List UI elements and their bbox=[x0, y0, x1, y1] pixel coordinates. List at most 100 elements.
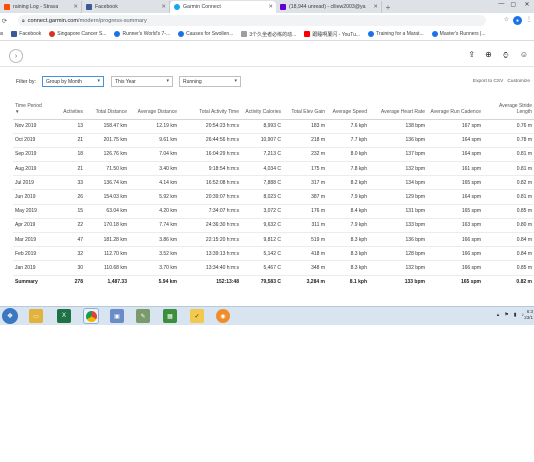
time-period-cell[interactable]: Aug 2019 bbox=[13, 161, 53, 177]
tab-close-icon[interactable]: ✕ bbox=[373, 4, 378, 10]
column-header[interactable]: Total Distance bbox=[85, 96, 129, 120]
chrome-icon[interactable] bbox=[83, 308, 99, 324]
bookmark-item[interactable]: 跟睡啊厦闪 - YouTu... bbox=[304, 31, 360, 38]
average-distance-cell: 7.04 km bbox=[129, 147, 179, 163]
time-period-cell[interactable]: Oct 2019 bbox=[13, 133, 53, 148]
tab-yahoo-mail[interactable]: (18,944 unread) - clliew2003@ya ✕ bbox=[276, 1, 382, 13]
tab-label: Garmin Connect bbox=[183, 4, 221, 10]
total-elev-gain-cell: 387 m bbox=[283, 189, 327, 205]
sort-down-icon[interactable]: ▼ bbox=[15, 109, 51, 115]
user-icon[interactable]: ☺ bbox=[520, 50, 528, 62]
tab-facebook[interactable]: Facebook ✕ bbox=[82, 1, 170, 13]
bookmark-item[interactable]: Singapore Cancer S... bbox=[49, 31, 106, 37]
group-by-select[interactable]: Group by Month ▾ bbox=[42, 76, 104, 87]
column-header[interactable]: Average Speed bbox=[327, 96, 369, 120]
facebook-icon bbox=[86, 4, 92, 10]
total-elev-gain-cell: 175 m bbox=[283, 161, 327, 177]
picture-viewer-icon[interactable]: ▣ bbox=[110, 309, 124, 323]
table-body: Nov 2019 13 158.47 km 12.19 km 20:54:23 h:m:… bbox=[13, 119, 534, 289]
maximize-icon[interactable]: ▢ bbox=[510, 1, 516, 8]
table-row[interactable]: Oct 2019 21 201.75 km 9.61 km 26:44:56 h:m:s… bbox=[13, 133, 534, 148]
time-period-cell[interactable]: May 2019 bbox=[13, 204, 53, 219]
bookmark-item[interactable]: ps bbox=[0, 31, 3, 37]
table-row[interactable]: Jul 2019 33 136.74 km 4.14 km 16:52:08 h:m:s… bbox=[13, 175, 534, 191]
upload-icon[interactable]: ⇪ bbox=[468, 50, 475, 62]
average-run-cadence-cell: 164 spm bbox=[427, 189, 483, 205]
tab-garmin-connect[interactable]: Garmin Connect ✕ bbox=[170, 1, 276, 13]
column-header[interactable]: Average Heart Rate bbox=[369, 96, 427, 120]
activity-type-select[interactable]: Running ▾ bbox=[179, 76, 241, 87]
column-header[interactable]: Total Elev Gain bbox=[283, 96, 327, 120]
average-run-cadence-cell: 166 spm bbox=[427, 246, 483, 262]
time-period-cell[interactable]: Nov 2019 bbox=[13, 119, 53, 134]
table-row[interactable]: Sep 2019 18 126.76 km 7.04 km 16:04:29 h:m:s… bbox=[13, 147, 534, 163]
column-header[interactable]: Average Stride Length bbox=[483, 96, 534, 120]
new-tab-button[interactable]: + bbox=[382, 1, 394, 13]
column-header[interactable]: Activities bbox=[53, 96, 85, 120]
activity-calories-cell: 9,812 C bbox=[241, 232, 283, 248]
table-row[interactable]: Mar 2019 47 181.28 km 3.86 km 22:15:20 h:m:s… bbox=[13, 232, 534, 248]
menu-icon[interactable]: ⋮ bbox=[526, 16, 532, 25]
time-period-cell[interactable]: Jun 2019 bbox=[13, 189, 53, 205]
network-icon[interactable]: ▮ bbox=[514, 312, 517, 318]
tab-close-icon[interactable]: ✕ bbox=[268, 4, 273, 10]
average-stride-length-cell: 0.82 m bbox=[483, 175, 534, 191]
media-icon[interactable]: ◉ bbox=[216, 309, 230, 323]
garmin-icon bbox=[174, 4, 180, 10]
excel-icon[interactable]: X bbox=[57, 309, 71, 323]
watch-icon[interactable]: ⌚︎ bbox=[502, 50, 510, 62]
time-period-cell[interactable]: Mar 2019 bbox=[13, 232, 53, 248]
table-row[interactable]: Aug 2019 21 71.50 km 3.40 km 9:18:54 h:m:s 4,… bbox=[13, 161, 534, 177]
column-header[interactable]: Average Run Cadence bbox=[427, 96, 483, 120]
system-clock[interactable]: 6:3 23/1 bbox=[524, 309, 533, 321]
bookmark-item[interactable]: Causes for Swollen... bbox=[178, 31, 233, 37]
bookmark-item[interactable]: Runner's World's 7-... bbox=[114, 31, 170, 37]
tab-close-icon[interactable]: ✕ bbox=[73, 4, 78, 10]
close-window-icon[interactable]: ✕ bbox=[522, 1, 532, 8]
profile-avatar-icon[interactable]: ● bbox=[513, 16, 522, 25]
start-button-icon[interactable]: ❖ bbox=[2, 308, 18, 324]
export-csv-link[interactable]: Export to CSV bbox=[473, 79, 503, 84]
expand-chevron-icon[interactable]: › bbox=[9, 49, 23, 63]
tab-close-icon[interactable]: ✕ bbox=[161, 4, 166, 10]
table-row[interactable]: Jan 2019 30 110.68 km 3.70 km 13:34:40 h:m:s… bbox=[13, 260, 534, 276]
column-header[interactable]: Total Activity Time bbox=[179, 96, 241, 120]
star-icon[interactable]: ☆ bbox=[504, 16, 509, 25]
column-header[interactable]: Time Period ▼ bbox=[13, 96, 53, 120]
table-row[interactable]: Feb 2019 32 112.70 km 3.52 km 13:39:13 h:m:s… bbox=[13, 246, 534, 262]
omnibox[interactable]: 🔒︎ connect.garmin.com/modern/progress-su… bbox=[18, 15, 486, 26]
sticky-notes-icon[interactable]: ✓ bbox=[190, 309, 204, 323]
reload-icon[interactable]: ⟳ bbox=[0, 17, 9, 25]
add-icon[interactable]: ⊕ bbox=[485, 50, 492, 62]
progress-summary-page: › ⇪ ⊕ ⌚︎ ☺ Filter by: Group by Month ▾ Th… bbox=[0, 41, 534, 310]
flag-icon[interactable]: ⚑ bbox=[504, 312, 508, 318]
tab-strava[interactable]: raining Log - Strava ✕ bbox=[0, 1, 82, 13]
time-period-cell[interactable]: Jan 2019 bbox=[13, 260, 53, 276]
tray-arrow-icon[interactable]: ▴ bbox=[497, 312, 500, 318]
calculator-icon[interactable]: ▦ bbox=[163, 309, 177, 323]
column-header[interactable]: Average Distance bbox=[129, 96, 179, 120]
file-explorer-icon[interactable]: ▭ bbox=[29, 309, 43, 323]
bookmark-item[interactable]: Master's Runners |... bbox=[431, 31, 486, 37]
table-row[interactable]: Jun 2019 26 154.03 km 5.92 km 20:39:07 h:m:s… bbox=[13, 189, 534, 205]
time-period-cell[interactable]: Jul 2019 bbox=[13, 175, 53, 191]
minimize-icon[interactable]: — bbox=[498, 1, 504, 8]
table-row[interactable]: Nov 2019 13 158.47 km 12.19 km 20:54:23 h:m:… bbox=[13, 119, 534, 134]
lock-icon[interactable]: 🔒︎ bbox=[22, 18, 25, 24]
table-row[interactable]: Apr 2019 22 170.18 km 7.74 km 24:36:30 h:m:s… bbox=[13, 218, 534, 234]
address-bar-row: ⟳ 🔒︎ connect.garmin.com/modern/progress-… bbox=[0, 13, 534, 28]
time-period-cell[interactable]: Sep 2019 bbox=[13, 147, 53, 163]
bookmark-site-icon bbox=[114, 31, 121, 37]
bookmark-item[interactable]: Facebook bbox=[11, 31, 41, 37]
paint-icon[interactable]: ✎ bbox=[136, 309, 150, 323]
time-period-cell[interactable]: Feb 2019 bbox=[13, 246, 53, 262]
bookmark-item[interactable]: 3个久坐者必练的动... bbox=[241, 31, 296, 38]
column-header[interactable]: Activity Calories bbox=[241, 96, 283, 120]
time-period-cell[interactable]: Apr 2019 bbox=[13, 218, 53, 234]
bookmark-item[interactable]: Training for a Marat... bbox=[368, 31, 424, 37]
header-icons: ⇪ ⊕ ⌚︎ ☺ bbox=[468, 50, 528, 62]
total-activity-time-cell: 26:44:56 h:m:s bbox=[179, 133, 241, 148]
period-select[interactable]: This Year ▾ bbox=[111, 76, 173, 87]
customize-link[interactable]: Customize bbox=[507, 79, 530, 84]
table-row[interactable]: May 2019 15 63.04 km 4.20 km 7:34:07 h:m:s 3,… bbox=[13, 204, 534, 219]
